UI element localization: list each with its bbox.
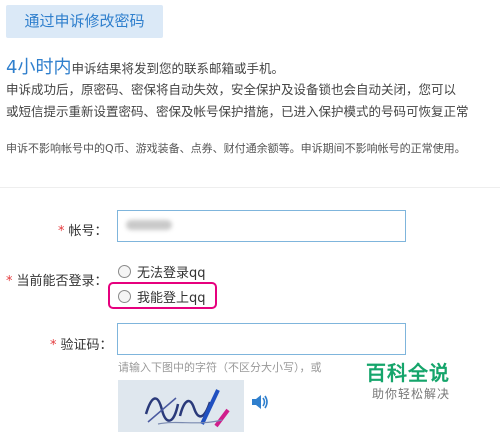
radio-option-cannot-login[interactable]: 无法登录qq [118,262,206,281]
captcha-label: * 验证码： [50,338,113,353]
appeal-info: 4小时内申诉结果将发到您的联系邮箱或手机。 申诉成功后，原密码、密保将自动失效，… [6,58,500,123]
info-line-1: 4小时内申诉结果将发到您的联系邮箱或手机。 [6,58,500,79]
highlight-box [108,282,217,309]
captcha-glyphs [118,380,244,432]
captcha-hint: 请输入下图中的字符（不区分大小写），或 [118,361,322,374]
info-line-3: 或短信提示重新设置密码、密保及帐号保护措施，已进入保护模式的号码可恢复正常 [6,104,469,119]
info-line-2: 申诉成功后，原密码、密保将自动失效，安全保护及设备锁也会自动关闭，您可以 [6,82,457,97]
divider [0,187,500,188]
required-mark: * [50,338,57,353]
watermark-title: 百科全说 [366,361,450,385]
account-value-blurred [126,220,172,230]
radio-label-cannot-login: 无法登录qq [137,266,206,281]
appeal-note: 申诉不影响帐号中的Q币、游戏装备、点券、财付通余额等。申诉期间不影响帐号的正常使… [6,142,466,155]
radio-button[interactable] [118,265,131,278]
captcha-image[interactable] [118,380,244,432]
account-input[interactable] [117,210,406,242]
captcha-input[interactable] [117,323,406,355]
appeal-tab[interactable]: 通过申诉修改密码 [6,5,163,38]
info-result-text: 申诉结果将发到您的联系邮箱或手机。 [71,61,284,76]
required-mark: * [6,274,13,289]
watermark-subtitle: 助你轻松解决 [372,387,451,401]
required-mark: * [58,224,65,239]
account-label: * 帐号： [58,224,108,239]
audio-speaker-icon[interactable] [250,392,270,416]
login-status-label: * 当前能否登录： [6,274,108,289]
hours-highlight: 4小时内 [6,57,72,78]
